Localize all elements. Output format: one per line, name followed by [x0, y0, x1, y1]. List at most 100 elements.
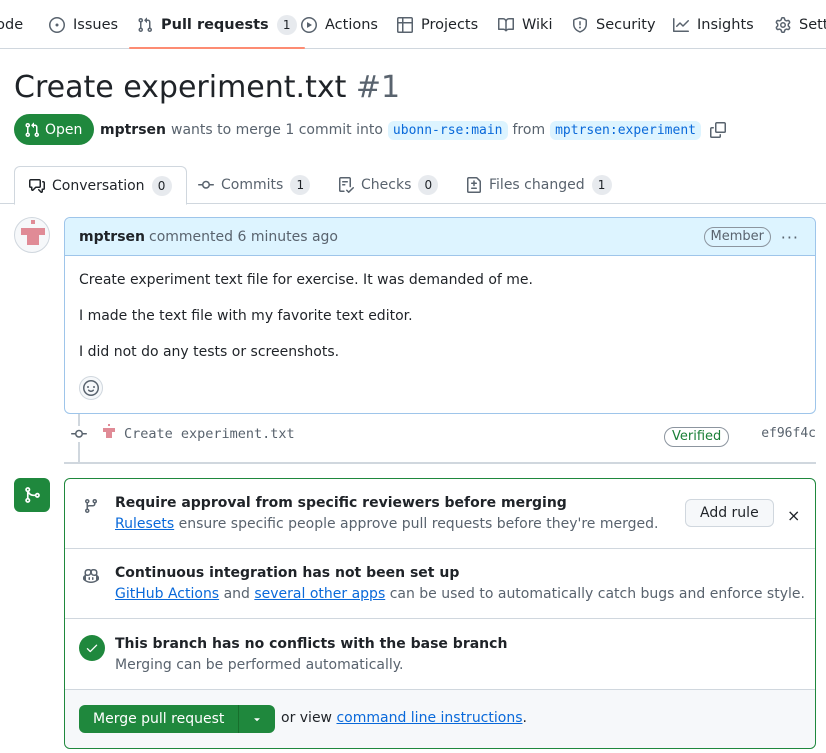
tab-checks-count: 0 [418, 175, 439, 195]
merge-button-group: Merge pull request [79, 705, 276, 733]
comment-paragraph: I made the text file with my favorite te… [79, 308, 413, 324]
tab-files-changed[interactable]: Files changed 1 [466, 166, 612, 204]
add-rule-button[interactable]: Add rule [685, 499, 774, 527]
pr-from-text: from [512, 122, 546, 138]
identicon-image [21, 220, 45, 245]
check-icon [79, 635, 105, 661]
git-branch-icon [81, 496, 101, 516]
nav-projects-label: Projects [421, 16, 479, 33]
tab-files-changed-count: 1 [591, 175, 612, 195]
conflicts-title: This branch has no conflicts with the ba… [115, 636, 508, 652]
book-icon [498, 17, 514, 31]
pr-meta-text: wants to merge 1 commit into [171, 122, 383, 138]
nav-issues-label: Issues [73, 16, 119, 33]
nav-insights-label: Insights [697, 16, 754, 33]
commit-sha-link[interactable]: ef96f4c [761, 426, 816, 441]
pr-meta: mptrsen wants to merge 1 commit into ubo… [100, 117, 726, 143]
pull-requests-count: 1 [276, 14, 297, 35]
verified-badge[interactable]: Verified [664, 427, 730, 447]
head-branch[interactable]: mptrsen:experiment [550, 120, 701, 140]
timeline-commit: Create experiment.txt Verified ef96f4c [64, 420, 816, 448]
pr-author-link[interactable]: mptrsen [100, 122, 166, 138]
nav-wiki[interactable]: Wiki [498, 0, 552, 49]
nav-actions[interactable]: Actions [301, 0, 378, 49]
nav-code[interactable]: Code [0, 0, 23, 49]
tab-conversation[interactable]: Conversation 0 [14, 166, 187, 205]
avatar[interactable] [14, 217, 50, 253]
play-icon [301, 16, 317, 33]
period-text: . [522, 710, 527, 726]
git-merge-icon [25, 487, 40, 503]
close-icon[interactable]: × [787, 506, 800, 525]
comment-author[interactable]: mptrsen [79, 229, 145, 245]
comment-discussion-icon [29, 178, 45, 193]
merge-status-icon [14, 478, 50, 512]
commit-message-link[interactable]: Create experiment.txt [124, 426, 295, 442]
tab-conversation-count: 0 [151, 175, 172, 196]
nav-issues[interactable]: Issues [49, 0, 118, 49]
pr-tabs: Conversation 0 Commits 1 Checks 0 Files … [0, 166, 826, 205]
comment-paragraph: Create experiment text file for exercise… [79, 272, 533, 288]
rulesets-link[interactable]: Rulesets [115, 516, 174, 532]
conflicts-section: This branch has no conflicts with the ba… [65, 619, 815, 690]
ci-and-text: and [223, 586, 250, 602]
base-branch[interactable]: ubonn-rse:main [387, 120, 508, 140]
other-apps-link[interactable]: several other apps [254, 586, 385, 602]
ci-description: GitHub Actions and several other apps ca… [115, 586, 805, 602]
tab-files-changed-label: Files changed [489, 177, 585, 193]
command-line-hint: or view command line instructions. [281, 710, 527, 726]
member-badge: Member [703, 227, 771, 247]
pr-number: #1 [355, 70, 401, 105]
comment-body: Create experiment text file for exercise… [65, 256, 815, 362]
nav-settings-label: Settings [799, 16, 826, 33]
gear-icon [775, 16, 791, 33]
table-icon [397, 16, 413, 33]
checklist-icon [339, 177, 354, 193]
smiley-icon [83, 380, 99, 396]
nav-security[interactable]: Security [572, 0, 656, 49]
ci-section: Continuous integration has not been set … [65, 549, 815, 619]
tab-commits-label: Commits [221, 177, 284, 193]
repo-nav: Code Issues Pull requests 1 Actions Proj… [0, 0, 826, 49]
ci-text: can be used to automatically catch bugs … [389, 586, 805, 602]
tab-checks[interactable]: Checks 0 [338, 166, 439, 204]
command-line-instructions-link[interactable]: command line instructions [336, 710, 522, 726]
graph-icon [673, 17, 689, 32]
comment-timestamp[interactable]: commented 6 minutes ago [149, 229, 338, 245]
issue-opened-icon [49, 16, 65, 33]
git-pull-request-icon [25, 122, 40, 137]
ci-title: Continuous integration has not been set … [115, 565, 460, 581]
nav-settings[interactable]: Settings [775, 0, 826, 49]
nav-wiki-label: Wiki [522, 16, 553, 33]
tab-checks-label: Checks [361, 177, 412, 193]
commit-author-avatar[interactable] [100, 423, 118, 441]
nav-pull-requests-label: Pull requests [161, 16, 269, 33]
timeline-divider [64, 462, 816, 464]
add-reaction-button[interactable] [79, 376, 103, 400]
merge-pull-request-button[interactable]: Merge pull request [79, 705, 240, 733]
pr-title: Create experiment.txt #1 [14, 70, 400, 105]
rules-section: Require approval from specific reviewers… [65, 479, 815, 549]
nav-projects[interactable]: Projects [397, 0, 478, 49]
file-diff-icon [467, 177, 481, 193]
shield-icon [573, 16, 587, 33]
comment-box: mptrsen commented 6 minutes ago Member ·… [64, 217, 816, 414]
merge-box: Require approval from specific reviewers… [64, 478, 816, 749]
copy-icon[interactable] [709, 122, 726, 138]
nav-code-label: Code [0, 16, 24, 33]
tab-conversation-label: Conversation [52, 177, 145, 194]
kebab-horizontal-icon[interactable]: ··· [781, 228, 799, 247]
tab-commits-count: 1 [290, 175, 311, 195]
conflicts-text: Merging can be performed automatically. [115, 657, 404, 673]
copilot-icon [81, 566, 101, 586]
git-pull-request-icon [138, 17, 153, 32]
github-actions-link[interactable]: GitHub Actions [115, 586, 219, 602]
pr-state-badge: Open [14, 114, 95, 145]
tab-commits[interactable]: Commits 1 [198, 166, 311, 204]
nav-pull-requests[interactable]: Pull requests 1 [129, 0, 305, 49]
nav-insights[interactable]: Insights [673, 0, 754, 49]
git-commit-icon [198, 180, 214, 189]
merge-options-button[interactable] [239, 705, 276, 733]
rules-title: Require approval from specific reviewers… [115, 495, 567, 511]
pr-title-text: Create experiment.txt [14, 70, 347, 105]
